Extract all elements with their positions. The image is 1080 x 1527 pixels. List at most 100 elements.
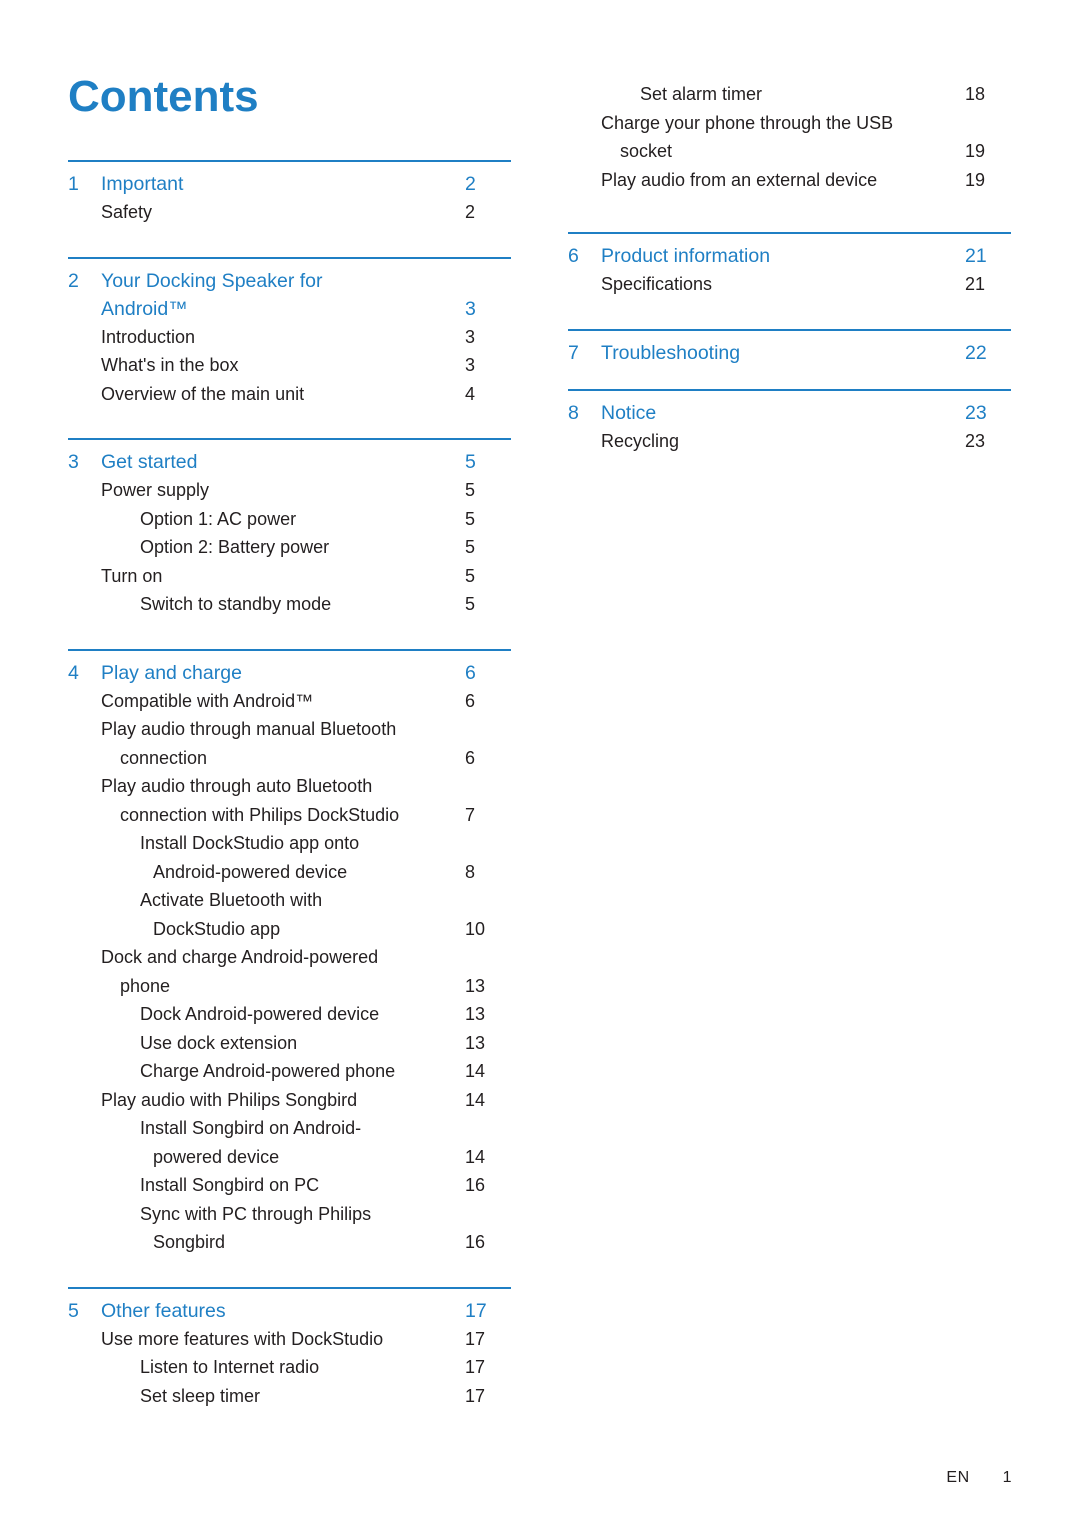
toc-entry-page: 3	[465, 355, 476, 375]
toc-page: Contents 1 Important 2 Safety 2 2 Your Docking…	[0, 0, 1080, 1527]
toc-entry[interactable]: What's in the box 3	[68, 351, 511, 380]
toc-entry[interactable]: Play audio through manual Bluetooth	[68, 715, 511, 744]
section-page: 21	[965, 245, 987, 267]
section-label-line1: Your Docking Speaker for	[101, 269, 323, 292]
toc-entry-label: Listen to Internet radio	[140, 1357, 320, 1377]
toc-entry-label: Turn on	[101, 565, 163, 586]
toc-section-play-and-charge[interactable]: 4 Play and charge 6	[68, 651, 511, 687]
toc-section-get-started[interactable]: 3 Get started 5	[68, 440, 511, 476]
toc-entry-page: 14	[465, 1061, 486, 1081]
toc-entry[interactable]: Charge your phone through the USB	[568, 109, 1011, 138]
toc-entry[interactable]: Overview of the main unit 4	[68, 380, 511, 409]
section-label: Get started	[101, 451, 198, 473]
toc-entry[interactable]: Set sleep timer 17	[68, 1382, 511, 1411]
toc-entry-label: Switch to standby mode	[140, 594, 332, 614]
section-label: Other features	[101, 1299, 226, 1322]
toc-entry-page: 6	[465, 690, 476, 711]
toc-entry[interactable]: Install Songbird on PC 16	[68, 1171, 511, 1200]
toc-entry-label: Use more features with DockStudio	[101, 1328, 384, 1349]
toc-entry-page: 2	[465, 202, 476, 222]
toc-entry-page: 17	[465, 1328, 486, 1349]
toc-entry-label: socket	[620, 141, 673, 161]
section-label: Notice	[601, 401, 657, 424]
toc-entry[interactable]: Dock and charge Android-powered	[68, 943, 511, 972]
toc-entry-label: Dock Android-powered device	[140, 1004, 380, 1024]
toc-entry-page: 23	[965, 430, 986, 451]
toc-entry[interactable]: Play audio through auto Bluetooth	[68, 772, 511, 801]
toc-entry-page: 21	[965, 274, 986, 294]
toc-entry-label: Android-powered device	[153, 861, 348, 882]
section-label: Troubleshooting	[601, 341, 741, 364]
toc-entry-page: 5	[465, 565, 476, 586]
toc-entry[interactable]: Install Songbird on Android-	[68, 1114, 511, 1143]
toc-entry[interactable]: Safety 2	[68, 198, 511, 227]
toc-entry[interactable]: socket 19	[568, 137, 1011, 166]
toc-entry[interactable]: Songbird 16	[68, 1228, 511, 1257]
toc-entry[interactable]: Install DockStudio app onto	[68, 829, 511, 858]
toc-entry[interactable]: Dock Android-powered device 13	[68, 1000, 511, 1029]
toc-entry-label: Charge Android-powered phone	[140, 1061, 396, 1081]
toc-entry-label: Install Songbird on Android-	[140, 1118, 362, 1138]
toc-entry-label: Dock and charge Android-powered	[101, 947, 379, 967]
toc-entry[interactable]: Android-powered device 8	[68, 858, 511, 887]
toc-section-other-features[interactable]: 5 Other features 17	[68, 1289, 511, 1325]
toc-entry-page: 5	[465, 508, 476, 529]
toc-entry[interactable]: Option 1: AC power 5	[68, 505, 511, 534]
toc-entry[interactable]: connection 6	[68, 744, 511, 773]
toc-entry-page: 4	[465, 383, 476, 404]
toc-entry[interactable]: Sync with PC through Philips	[68, 1200, 511, 1229]
toc-entry[interactable]: Switch to standby mode 5	[68, 590, 511, 619]
page-title: Contents	[68, 72, 259, 121]
section-label: Important	[101, 173, 184, 195]
toc-entry[interactable]: Power supply 5	[68, 476, 511, 505]
toc-section-product-information[interactable]: 6 Product information 21	[568, 234, 1011, 270]
toc-entry-label: Charge your phone through the USB	[601, 112, 894, 133]
section-label-line2: Android™	[101, 297, 188, 320]
toc-entry[interactable]: Use dock extension 13	[68, 1029, 511, 1058]
toc-section-important[interactable]: 1 Important 2	[68, 162, 511, 198]
toc-entry-label: powered device	[153, 1146, 280, 1167]
toc-entry[interactable]: Charge Android-powered phone 14	[68, 1057, 511, 1086]
toc-entry-label: What's in the box	[101, 355, 239, 375]
toc-entry[interactable]: Recycling 23	[568, 427, 1011, 456]
section-page: 5	[465, 451, 476, 473]
toc-section-notice[interactable]: 8 Notice 23	[568, 391, 1011, 427]
toc-left-column: 1 Important 2 Safety 2 2 Your Docking Speaker …	[68, 160, 511, 1432]
toc-entry[interactable]: powered device 14	[68, 1143, 511, 1172]
section-page: 6	[465, 661, 476, 684]
toc-entry[interactable]: Set alarm timer 18	[568, 80, 1011, 109]
toc-entry-page: 7	[465, 804, 476, 825]
toc-entry[interactable]: Compatible with Android™ 6	[68, 687, 511, 716]
toc-entry-page: 16	[465, 1232, 486, 1252]
toc-entry[interactable]: Turn on 5	[68, 562, 511, 591]
toc-entry-page: 13	[465, 1032, 486, 1053]
toc-entry[interactable]: Specifications 21	[568, 270, 1011, 299]
toc-entry[interactable]: Introduction 3	[68, 323, 511, 352]
toc-entry-label: Songbird	[153, 1232, 226, 1252]
toc-entry[interactable]: DockStudio app 10	[68, 915, 511, 944]
toc-entry-page: 16	[465, 1175, 486, 1195]
toc-entry-label: Play audio with Philips Songbird	[101, 1089, 358, 1110]
toc-entry-label: Recycling	[601, 430, 680, 451]
toc-entry[interactable]: Activate Bluetooth with	[68, 886, 511, 915]
toc-entry[interactable]: phone 13	[68, 972, 511, 1001]
section-page: 22	[965, 341, 987, 364]
toc-entry[interactable]: Play audio with Philips Songbird 14	[68, 1086, 511, 1115]
toc-section-your-docking-speaker-for[interactable]: 2 Your Docking Speaker for Android™ 3	[68, 259, 511, 323]
toc-entry[interactable]: Listen to Internet radio 17	[68, 1353, 511, 1382]
toc-entry[interactable]: Use more features with DockStudio 17	[68, 1325, 511, 1354]
toc-entry-page: 13	[465, 1004, 486, 1024]
toc-entry-label: Use dock extension	[140, 1032, 298, 1053]
toc-entry-label: Compatible with Android™	[101, 690, 314, 711]
toc-section-troubleshooting[interactable]: 7 Troubleshooting 22	[568, 331, 1011, 367]
toc-entry-label: DockStudio app	[153, 918, 281, 939]
toc-entry[interactable]: Option 2: Battery power 5	[68, 533, 511, 562]
toc-entry[interactable]: connection with Philips DockStudio 7	[68, 801, 511, 830]
toc-entry[interactable]: Play audio from an external device 19	[568, 166, 1011, 195]
toc-entry-label: connection with Philips DockStudio	[120, 804, 400, 825]
